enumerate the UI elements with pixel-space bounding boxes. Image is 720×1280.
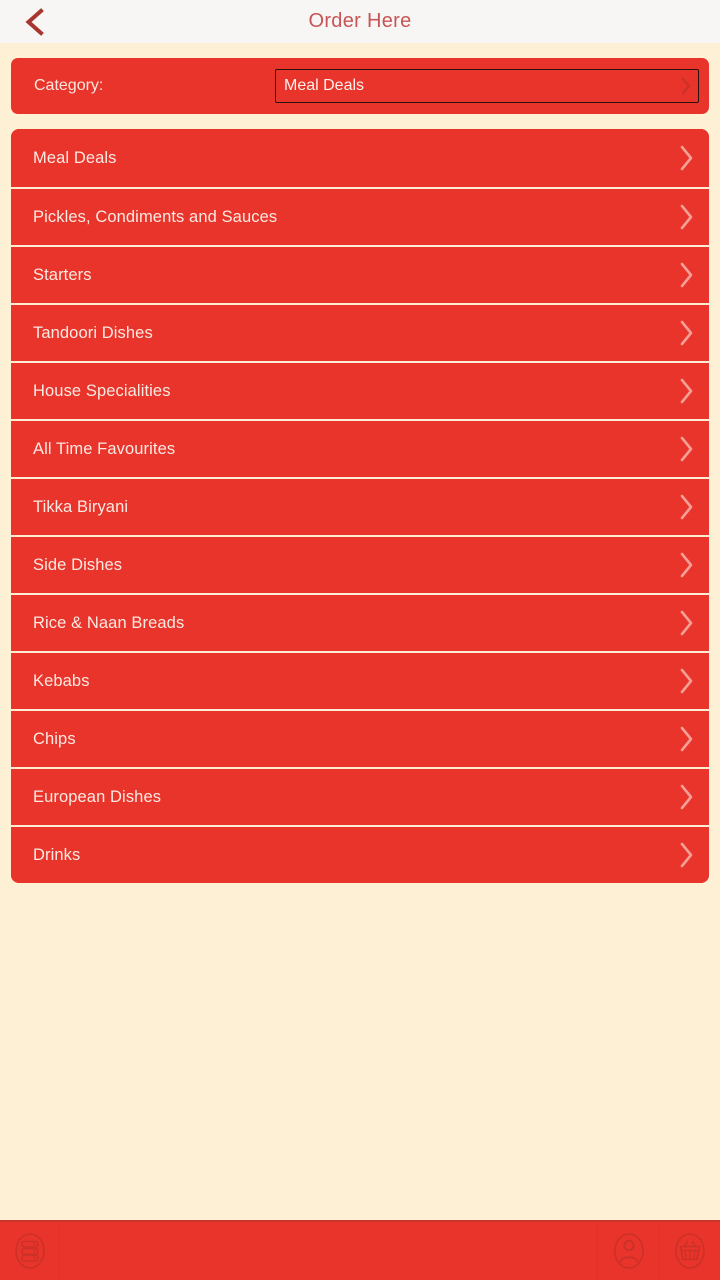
list-item[interactable]: House Specialities bbox=[11, 361, 709, 419]
chevron-right-icon bbox=[681, 77, 691, 95]
list-item-label: Kebabs bbox=[33, 671, 90, 690]
list-item-label: Starters bbox=[33, 265, 92, 284]
chevron-right-icon bbox=[678, 550, 695, 580]
list-item[interactable]: Drinks bbox=[11, 825, 709, 883]
list-item[interactable]: Pickles, Condiments and Sauces bbox=[11, 187, 709, 245]
list-item-label: Meal Deals bbox=[33, 148, 117, 167]
chevron-right-icon bbox=[678, 434, 695, 464]
list-item-label: Tandoori Dishes bbox=[33, 323, 153, 342]
chevron-right-icon bbox=[678, 724, 695, 754]
list-item[interactable]: Starters bbox=[11, 245, 709, 303]
list-item-label: Tikka Biryani bbox=[33, 497, 129, 516]
order-here-screen: Order Here Category: Meal Deals Meal Dea… bbox=[0, 0, 720, 1280]
basket-button[interactable] bbox=[660, 1222, 720, 1280]
chevron-right-icon bbox=[678, 608, 695, 638]
account-button[interactable] bbox=[598, 1222, 660, 1280]
toolbar-spacer bbox=[60, 1222, 598, 1280]
category-selected-value: Meal Deals bbox=[284, 77, 365, 94]
list-item[interactable]: Side Dishes bbox=[11, 535, 709, 593]
list-item[interactable]: Chips bbox=[11, 709, 709, 767]
chevron-right-icon bbox=[678, 318, 695, 348]
chevron-right-icon bbox=[678, 260, 695, 290]
app-header: Order Here bbox=[0, 0, 720, 43]
category-list: Meal Deals Pickles, Condiments and Sauce… bbox=[11, 129, 709, 883]
chevron-left-icon bbox=[21, 7, 47, 37]
bottom-toolbar bbox=[0, 1220, 720, 1280]
shopping-basket-icon bbox=[673, 1231, 707, 1271]
chevron-right-icon bbox=[678, 666, 695, 696]
list-item-label: Drinks bbox=[33, 845, 81, 864]
chevron-right-icon bbox=[678, 202, 695, 232]
list-item-label: Pickles, Condiments and Sauces bbox=[33, 207, 278, 226]
chevron-right-icon bbox=[678, 143, 695, 173]
list-item[interactable]: Rice & Naan Breads bbox=[11, 593, 709, 651]
back-button[interactable] bbox=[10, 0, 58, 43]
list-item[interactable]: Kebabs bbox=[11, 651, 709, 709]
menu-button[interactable] bbox=[0, 1222, 60, 1280]
chevron-right-icon bbox=[678, 840, 695, 870]
chevron-right-icon bbox=[678, 492, 695, 522]
list-item-label: Side Dishes bbox=[33, 555, 123, 574]
list-item-label: European Dishes bbox=[33, 787, 162, 806]
list-item-label: All Time Favourites bbox=[33, 439, 176, 458]
person-icon bbox=[612, 1231, 646, 1271]
list-item[interactable]: Tandoori Dishes bbox=[11, 303, 709, 361]
list-item[interactable]: Meal Deals bbox=[11, 129, 709, 187]
chevron-right-icon bbox=[678, 376, 695, 406]
list-item[interactable]: Tikka Biryani bbox=[11, 477, 709, 535]
category-bar: Category: Meal Deals bbox=[11, 58, 709, 114]
list-item[interactable]: All Time Favourites bbox=[11, 419, 709, 477]
list-item[interactable]: European Dishes bbox=[11, 767, 709, 825]
category-label: Category: bbox=[34, 77, 104, 94]
chevron-right-icon bbox=[678, 782, 695, 812]
list-item-label: Chips bbox=[33, 729, 76, 748]
list-item-label: House Specialities bbox=[33, 381, 171, 400]
page-title: Order Here bbox=[308, 10, 412, 32]
category-select[interactable]: Meal Deals bbox=[275, 69, 699, 103]
list-item-label: Rice & Naan Breads bbox=[33, 613, 185, 632]
menu-list-icon bbox=[13, 1231, 47, 1271]
